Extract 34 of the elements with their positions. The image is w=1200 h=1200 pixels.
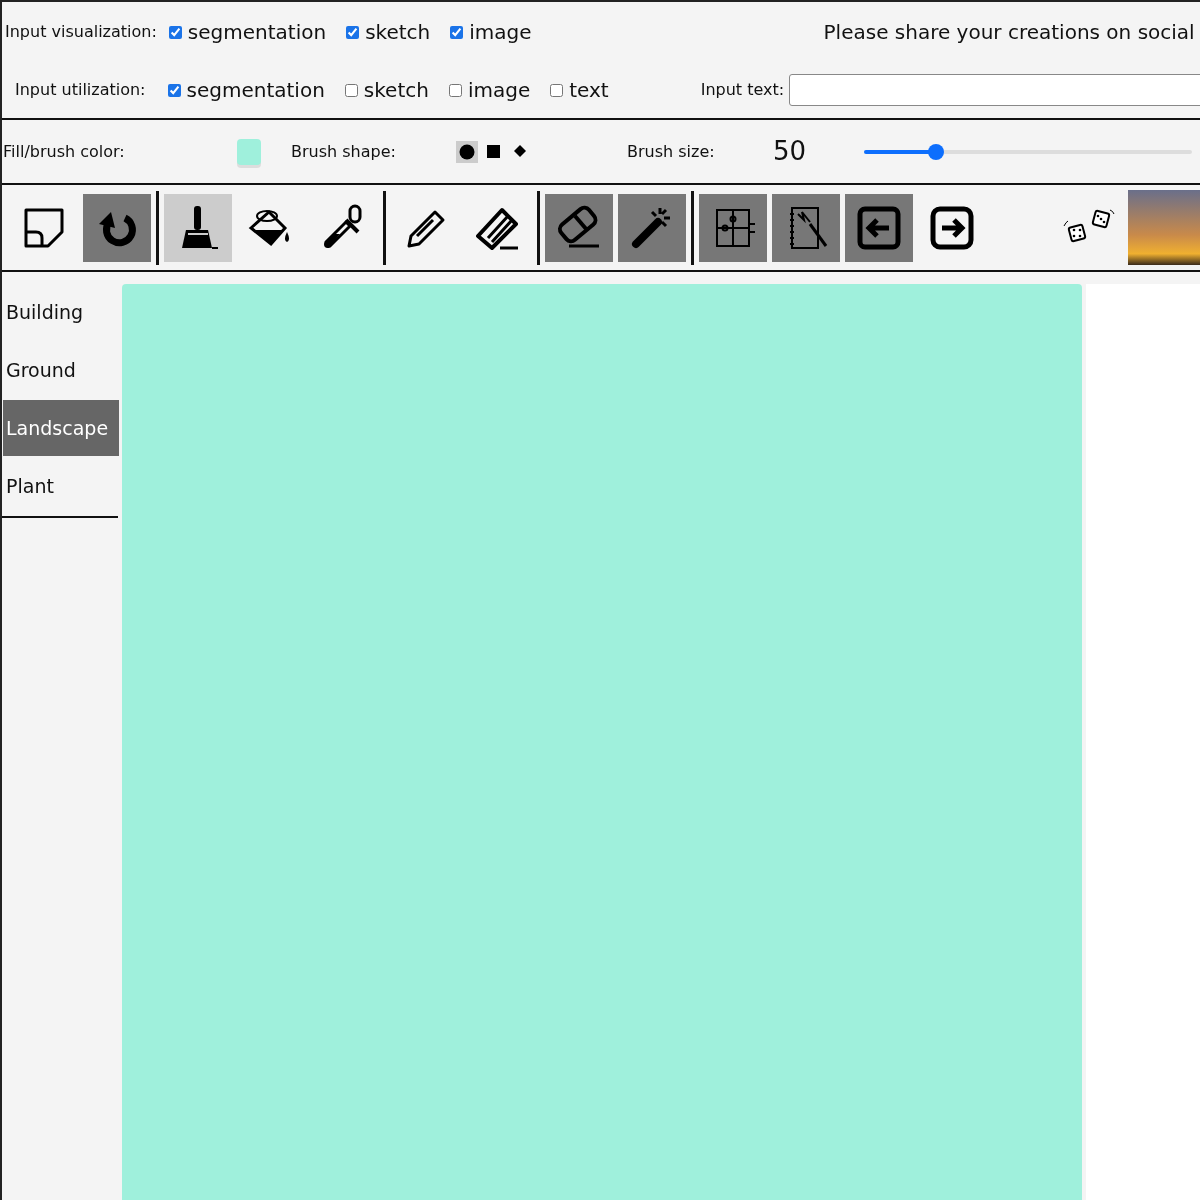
photo-placeholder[interactable] (1128, 190, 1200, 265)
category-item[interactable]: Landscape (3, 400, 119, 456)
field-label: Fill/brush color: (3, 140, 126, 163)
checkbox-label: image (469, 19, 532, 46)
field-label: Input utilization: (15, 79, 146, 101)
checkbox[interactable] (346, 25, 360, 39)
checkbox-label: text (569, 77, 609, 104)
checkbox-label: image (467, 77, 531, 104)
color-swatch[interactable] (237, 138, 261, 165)
checkbox-label: segmentation (186, 77, 325, 104)
brush-shape-option[interactable] (456, 140, 478, 163)
checkbox-label: segmentation (187, 19, 327, 46)
square-icon (486, 143, 502, 160)
brush-size-value: 50 (773, 135, 808, 168)
field-label: Brush size: (627, 140, 716, 163)
checkbox[interactable] (167, 83, 181, 97)
tool-button[interactable] (164, 193, 232, 262)
field-label: Input visualization: (5, 21, 157, 43)
category-item[interactable]: Plant (3, 458, 119, 514)
diamond-icon (513, 143, 529, 160)
checkbox[interactable] (450, 25, 464, 39)
checkbox-label: sketch (365, 19, 431, 46)
checkbox[interactable] (168, 25, 182, 39)
category-item[interactable]: Building (3, 284, 119, 340)
text-input-field[interactable] (789, 74, 1200, 106)
circle-icon (459, 143, 475, 160)
field-label: Input text: (700, 79, 785, 101)
field-label: Brush shape: (291, 140, 397, 163)
checkbox[interactable] (550, 83, 564, 97)
checkbox[interactable] (448, 83, 462, 97)
notice-text: Please share your creations on social (823, 19, 1195, 46)
checkbox-label: sketch (363, 77, 429, 104)
category-item[interactable]: Ground (3, 342, 119, 398)
checkbox[interactable] (344, 83, 358, 97)
